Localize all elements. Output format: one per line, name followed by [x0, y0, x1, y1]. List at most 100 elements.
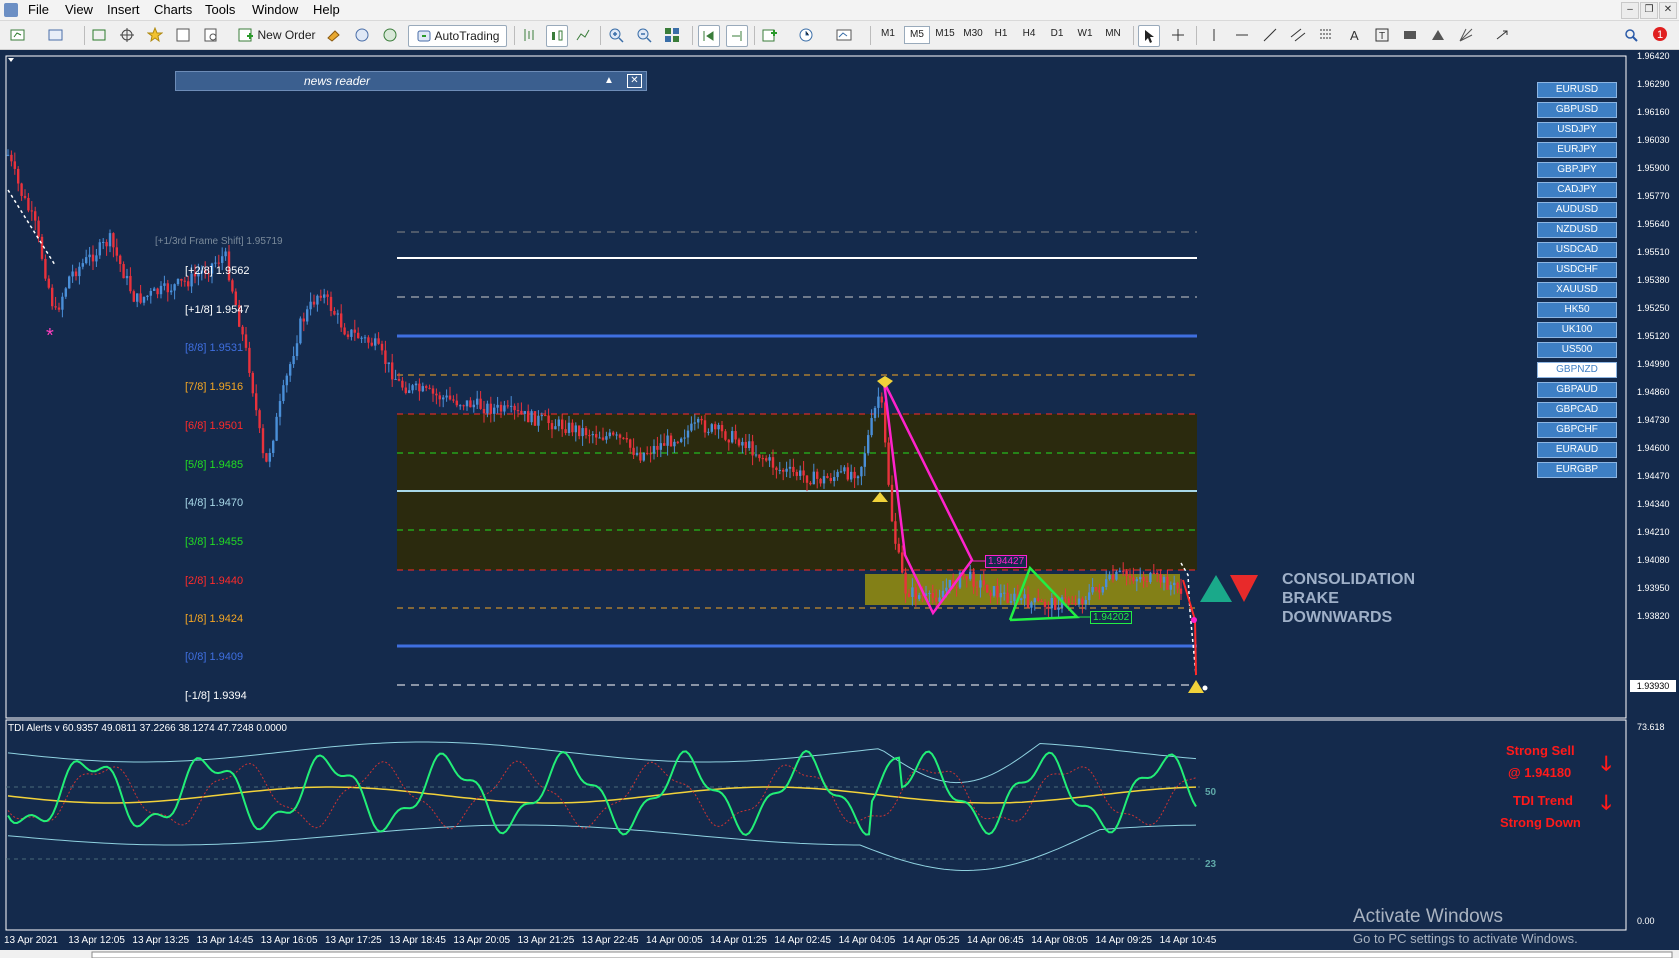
pair-button-us500[interactable]: US500 [1537, 342, 1617, 358]
candlestick-icon[interactable] [546, 25, 568, 47]
candle-body [635, 452, 639, 455]
pair-button-usdcad[interactable]: USDCAD [1537, 242, 1617, 258]
news-reader-minimize-icon[interactable]: ▲ [604, 75, 614, 86]
autoscroll-icon[interactable] [698, 25, 720, 47]
search-icon[interactable] [1621, 25, 1641, 45]
market-watch-icon[interactable] [89, 25, 109, 45]
crosshair-icon[interactable] [1168, 25, 1188, 45]
candle-body [1026, 594, 1030, 608]
timeframe-m1[interactable]: M1 [876, 28, 900, 39]
equidistant-channel-icon[interactable] [1288, 25, 1308, 45]
crosshair-navigator-icon[interactable] [117, 25, 137, 45]
line-chart-icon[interactable] [573, 25, 593, 45]
market-icon[interactable] [380, 25, 400, 45]
tdi-baseline [7, 786, 1197, 804]
triangle-icon[interactable] [1428, 25, 1448, 45]
pair-button-euraud[interactable]: EURAUD [1537, 442, 1617, 458]
candle-body [646, 452, 649, 454]
menu-window[interactable]: Window [252, 2, 298, 17]
minimize-window-button[interactable]: – [1621, 2, 1639, 19]
pair-button-audusd[interactable]: AUDUSD [1537, 202, 1617, 218]
new-order-button[interactable]: New Order [236, 25, 318, 45]
timeframe-m5-active[interactable]: M5 [904, 26, 930, 44]
candle-body [782, 469, 785, 472]
trendline-icon[interactable] [1260, 25, 1280, 45]
notifications-icon[interactable]: 1 [1648, 25, 1668, 45]
pair-button-gbpnzd[interactable]: GBPNZD [1537, 362, 1617, 378]
price-chart[interactable]: * [0, 50, 1679, 958]
candle-body [1105, 579, 1108, 587]
zoom-out-icon[interactable] [634, 25, 654, 45]
pair-button-gbpusd[interactable]: GBPUSD [1537, 102, 1617, 118]
candle-body [1122, 570, 1125, 572]
pair-button-cadjpy[interactable]: CADJPY [1537, 182, 1617, 198]
menu-charts[interactable]: Charts [154, 2, 192, 17]
pair-button-gbpcad[interactable]: GBPCAD [1537, 402, 1617, 418]
templates-icon[interactable] [834, 25, 854, 45]
news-reader-panel[interactable]: news reader ▲ ✕ [175, 71, 647, 91]
bar-chart-icon[interactable] [519, 25, 539, 45]
horizontal-line-icon[interactable] [1232, 25, 1252, 45]
vertical-line-icon[interactable] [1204, 25, 1224, 45]
pair-button-xauusd[interactable]: XAUUSD [1537, 282, 1617, 298]
autotrading-button[interactable]: AutoTrading [408, 25, 507, 47]
candle-body [999, 593, 1002, 598]
signal-sell-price: @ 1.94180 [1508, 765, 1572, 780]
pair-button-hk50[interactable]: HK50 [1537, 302, 1617, 318]
timeframe-w1[interactable]: W1 [1073, 28, 1097, 39]
pair-button-uk100[interactable]: UK100 [1537, 322, 1617, 338]
strategy-tester-icon[interactable] [201, 25, 221, 45]
menu-insert[interactable]: Insert [107, 2, 140, 17]
app-icon[interactable] [4, 3, 18, 17]
chart-shift-icon[interactable] [726, 25, 748, 47]
pair-button-eurjpy[interactable]: EURJPY [1537, 142, 1617, 158]
zoom-in-icon[interactable] [606, 25, 626, 45]
candle-body [935, 597, 938, 602]
fibo-fan-icon[interactable] [1456, 25, 1476, 45]
cursor-arrow-icon[interactable] [1138, 25, 1160, 47]
signals-icon[interactable] [352, 25, 372, 45]
pair-button-eurusd[interactable]: EURUSD [1537, 82, 1617, 98]
pair-button-gbpaud[interactable]: GBPAUD [1537, 382, 1617, 398]
rectangle-icon[interactable] [1400, 25, 1420, 45]
candle-body [1108, 574, 1111, 580]
candle-body [567, 422, 571, 433]
new-chart-icon[interactable] [8, 25, 28, 45]
pair-button-usdjpy[interactable]: USDJPY [1537, 122, 1617, 138]
candle-body [482, 408, 486, 414]
menu-file[interactable]: File [28, 2, 49, 17]
timeframe-m30[interactable]: M30 [961, 28, 985, 39]
pair-button-eurgbp[interactable]: EURGBP [1537, 462, 1617, 478]
candle-body [805, 475, 809, 483]
profiles-icon[interactable] [46, 25, 66, 45]
timeframe-mn[interactable]: MN [1101, 28, 1125, 39]
candle-body [1067, 598, 1070, 604]
menu-help[interactable]: Help [313, 2, 340, 17]
pair-button-gbpjpy[interactable]: GBPJPY [1537, 162, 1617, 178]
news-reader-close-icon[interactable]: ✕ [627, 74, 642, 88]
candle-body [360, 337, 363, 339]
menu-view[interactable]: View [65, 2, 93, 17]
candle-body [948, 579, 951, 588]
text-label-icon[interactable]: T [1372, 25, 1392, 45]
pair-button-gbpchf[interactable]: GBPCHF [1537, 422, 1617, 438]
periods-clock-icon[interactable] [796, 25, 816, 45]
favorites-star-icon[interactable] [145, 25, 165, 45]
data-window-icon[interactable] [173, 25, 193, 45]
arrows-icon[interactable] [1492, 25, 1512, 45]
metaeditor-icon[interactable] [324, 25, 344, 45]
timeframe-h4[interactable]: H4 [1017, 28, 1041, 39]
candle-body [700, 418, 703, 421]
pair-button-nzdusd[interactable]: NZDUSD [1537, 222, 1617, 238]
pair-button-usdchf[interactable]: USDCHF [1537, 262, 1617, 278]
tile-windows-icon[interactable] [662, 25, 682, 45]
restore-window-button[interactable]: ❐ [1640, 2, 1658, 19]
timeframe-h1[interactable]: H1 [989, 28, 1013, 39]
menu-tools[interactable]: Tools [205, 2, 235, 17]
indicators-icon[interactable] [760, 25, 780, 45]
text-icon[interactable]: A [1344, 25, 1364, 45]
timeframe-m15[interactable]: M15 [933, 28, 957, 39]
fibonacci-icon[interactable] [1316, 25, 1336, 45]
timeframe-d1[interactable]: D1 [1045, 28, 1069, 39]
close-window-button[interactable]: ✕ [1659, 2, 1677, 19]
